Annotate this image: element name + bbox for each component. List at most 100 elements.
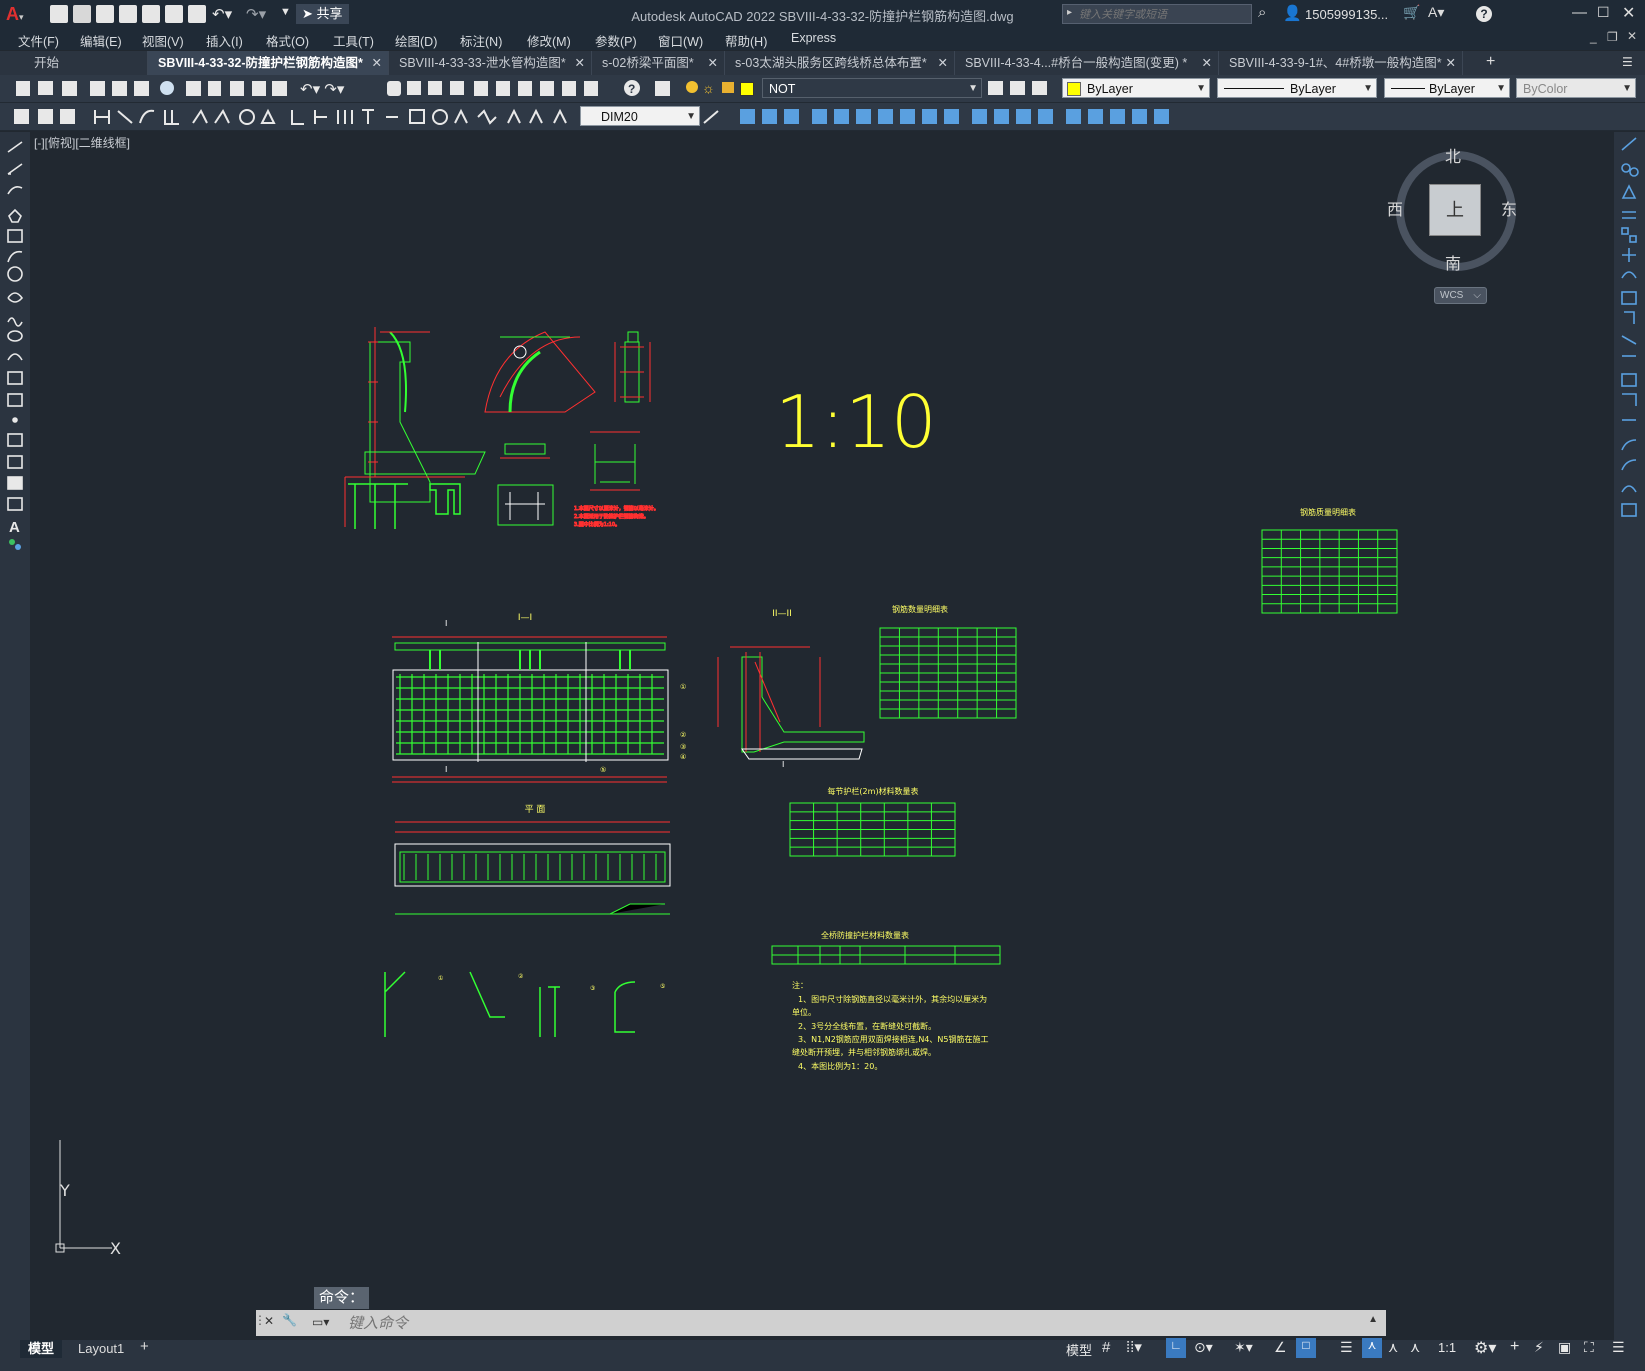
- dimension-tool-icons[interactable]: [0, 103, 580, 130]
- plus-icon[interactable]: +: [1510, 1338, 1519, 1356]
- menu-draw[interactable]: 绘图(D): [395, 31, 437, 50]
- tab-close-icon[interactable]: ✕: [1446, 51, 1456, 75]
- tab-close-icon[interactable]: ✕: [938, 51, 948, 75]
- tab-drawing[interactable]: s-03太湖头服务区跨线桥总体布置* ✕: [725, 51, 955, 75]
- tab-menu-icon[interactable]: ☰: [1622, 55, 1633, 69]
- snap-icon[interactable]: ⁞⁞▾: [1126, 1338, 1142, 1356]
- search-icon[interactable]: ⌕: [1258, 4, 1266, 21]
- menu-window[interactable]: 窗口(W): [658, 31, 703, 50]
- wcs-menu-button[interactable]: WCS ⌵: [1434, 287, 1487, 304]
- layer-dropdown[interactable]: NOT ▼: [762, 78, 982, 98]
- save-web-icon[interactable]: [165, 5, 183, 23]
- dimstyle-dropdown[interactable]: DIM20 ▼: [580, 106, 700, 126]
- isolate-icon[interactable]: ⚡: [1534, 1339, 1544, 1356]
- grid-icon[interactable]: #: [1102, 1339, 1110, 1356]
- doc-close-icon[interactable]: ✕: [1627, 29, 1637, 43]
- standard-tool-icons[interactable]: ↶▾ ↷▾ ?: [0, 75, 680, 102]
- layout-tab-layout1[interactable]: Layout1: [72, 1340, 130, 1358]
- menu-modify[interactable]: 修改(M): [527, 31, 571, 50]
- tab-close-icon[interactable]: ✕: [575, 51, 585, 75]
- share-button[interactable]: ➤ 共享: [296, 4, 349, 24]
- close-icon[interactable]: ✕: [1622, 3, 1635, 23]
- search-input[interactable]: [1077, 6, 1249, 24]
- cart-icon[interactable]: 🛒: [1403, 4, 1420, 21]
- tab-drawing[interactable]: SBVIII-4-33-33-泄水管构造图* ✕: [389, 51, 592, 75]
- tab-close-icon[interactable]: ✕: [1202, 51, 1212, 75]
- customize-icon[interactable]: ▼: [280, 6, 291, 18]
- layout-tab-model[interactable]: 模型: [20, 1340, 63, 1358]
- annotation-scale-icon[interactable]: ⋏: [1410, 1339, 1420, 1356]
- menu-insert[interactable]: 插入(I): [206, 31, 243, 50]
- menu-format[interactable]: 格式(O): [266, 31, 309, 50]
- menu-edit[interactable]: 编辑(E): [80, 31, 122, 50]
- autodesk-app-icon[interactable]: A▾: [1428, 4, 1444, 21]
- isodraft-icon[interactable]: ✶▾: [1234, 1339, 1253, 1356]
- menu-dimension[interactable]: 标注(N): [460, 31, 502, 50]
- viewcube-west[interactable]: 西: [1387, 196, 1403, 220]
- minimize-icon[interactable]: —: [1572, 4, 1587, 21]
- redo-icon[interactable]: ↷▾: [246, 5, 266, 23]
- annotation-scale-value[interactable]: 1:1: [1438, 1340, 1456, 1355]
- command-customize-icon[interactable]: 🔧: [282, 1313, 297, 1327]
- modify-side-icons[interactable]: [1614, 132, 1645, 522]
- search-box[interactable]: ▸: [1062, 4, 1252, 24]
- viewcube-east[interactable]: 东: [1501, 196, 1517, 220]
- new-tab-icon[interactable]: +: [1486, 53, 1495, 71]
- new-layout-icon[interactable]: +: [140, 1338, 149, 1355]
- viewcube-south[interactable]: 南: [1445, 250, 1461, 274]
- layer-tool-icons[interactable]: [986, 75, 1056, 102]
- color-dropdown[interactable]: ByLayer ▼: [1062, 78, 1210, 98]
- tab-close-icon[interactable]: ✕: [708, 51, 718, 75]
- fullscreen-icon[interactable]: ⛶: [1584, 1339, 1594, 1356]
- menu-file[interactable]: 文件(F): [18, 31, 59, 50]
- command-input[interactable]: [346, 1312, 1360, 1334]
- command-recent-icon[interactable]: ▭▾: [312, 1315, 329, 1329]
- user-icon[interactable]: 👤: [1283, 4, 1302, 22]
- open-web-icon[interactable]: [142, 5, 160, 23]
- undo-icon[interactable]: ↶▾: [212, 5, 232, 23]
- help-icon[interactable]: ?: [1476, 6, 1492, 22]
- command-expand-icon[interactable]: ▲: [1368, 1314, 1378, 1325]
- annotation-visibility-icon[interactable]: ⋏: [1362, 1338, 1382, 1358]
- gear-icon[interactable]: ⚙▾: [1474, 1338, 1496, 1358]
- plotstyle-dropdown[interactable]: ByColor ▼: [1516, 78, 1636, 98]
- save-icon[interactable]: [96, 5, 114, 23]
- maximize-icon[interactable]: ☐: [1597, 4, 1610, 21]
- menu-help[interactable]: 帮助(H): [725, 31, 767, 50]
- tab-close-icon[interactable]: ✕: [372, 51, 382, 75]
- angle-icon[interactable]: ∠: [1274, 1339, 1287, 1356]
- tab-drawing[interactable]: SBVIII-4-33-9-1#、4#桥墩一般构造图* ✕: [1219, 51, 1463, 75]
- doc-restore-icon[interactable]: ❐: [1607, 30, 1618, 44]
- tab-active-drawing[interactable]: SBVIII-4-33-32-防撞护栏钢筋构造图* ✕: [148, 51, 389, 75]
- viewcube-north[interactable]: 北: [1445, 143, 1461, 167]
- new-icon[interactable]: [50, 5, 68, 23]
- osnap-icon[interactable]: □: [1296, 1338, 1316, 1358]
- autoscale-icon[interactable]: ⋏: [1388, 1339, 1398, 1356]
- user-name[interactable]: 1505999135...: [1305, 7, 1388, 22]
- polar-icon[interactable]: ⊙▾: [1194, 1339, 1213, 1356]
- linetype-dropdown[interactable]: ByLayer ▼: [1217, 78, 1377, 98]
- lineweight-dropdown[interactable]: ByLayer ▼: [1384, 78, 1510, 98]
- save-as-icon[interactable]: [119, 5, 137, 23]
- menu-view[interactable]: 视图(V): [142, 31, 184, 50]
- app-logo-icon[interactable]: A▾: [6, 4, 30, 24]
- hardware-icon[interactable]: ▣: [1558, 1339, 1571, 1356]
- menu-express[interactable]: Express: [791, 31, 836, 45]
- lineweight-icon[interactable]: ☰: [1340, 1339, 1353, 1356]
- doc-minimize-icon[interactable]: _: [1590, 30, 1597, 44]
- tab-drawing[interactable]: s-02桥梁平面图* ✕: [592, 51, 725, 75]
- menu-tools[interactable]: 工具(T): [333, 31, 374, 50]
- command-close-icon[interactable]: ✕: [264, 1314, 274, 1328]
- menu-parametric[interactable]: 参数(P): [595, 31, 637, 50]
- drawing-viewport[interactable]: [-][俯视][二维线框] 1.本图尺寸以厘米计，钢筋以毫米计。 2.本图适用于…: [30, 132, 1614, 1342]
- tab-drawing[interactable]: SBVIII-4-33-4...#桥台一般构造图(变更) * ✕: [955, 51, 1219, 75]
- plot-icon[interactable]: [188, 5, 206, 23]
- ortho-icon[interactable]: ∟: [1166, 1338, 1186, 1358]
- viewcube[interactable]: 上 北 南 西 东: [1387, 149, 1517, 273]
- open-icon[interactable]: [73, 5, 91, 23]
- customize-status-icon[interactable]: ☰: [1612, 1339, 1625, 1356]
- model-space-button[interactable]: 模型: [1066, 1340, 1092, 1359]
- draw-tool-icons[interactable]: A: [0, 132, 30, 582]
- modify-tool-icons[interactable]: [700, 103, 1220, 130]
- tab-start[interactable]: 开始: [0, 51, 148, 75]
